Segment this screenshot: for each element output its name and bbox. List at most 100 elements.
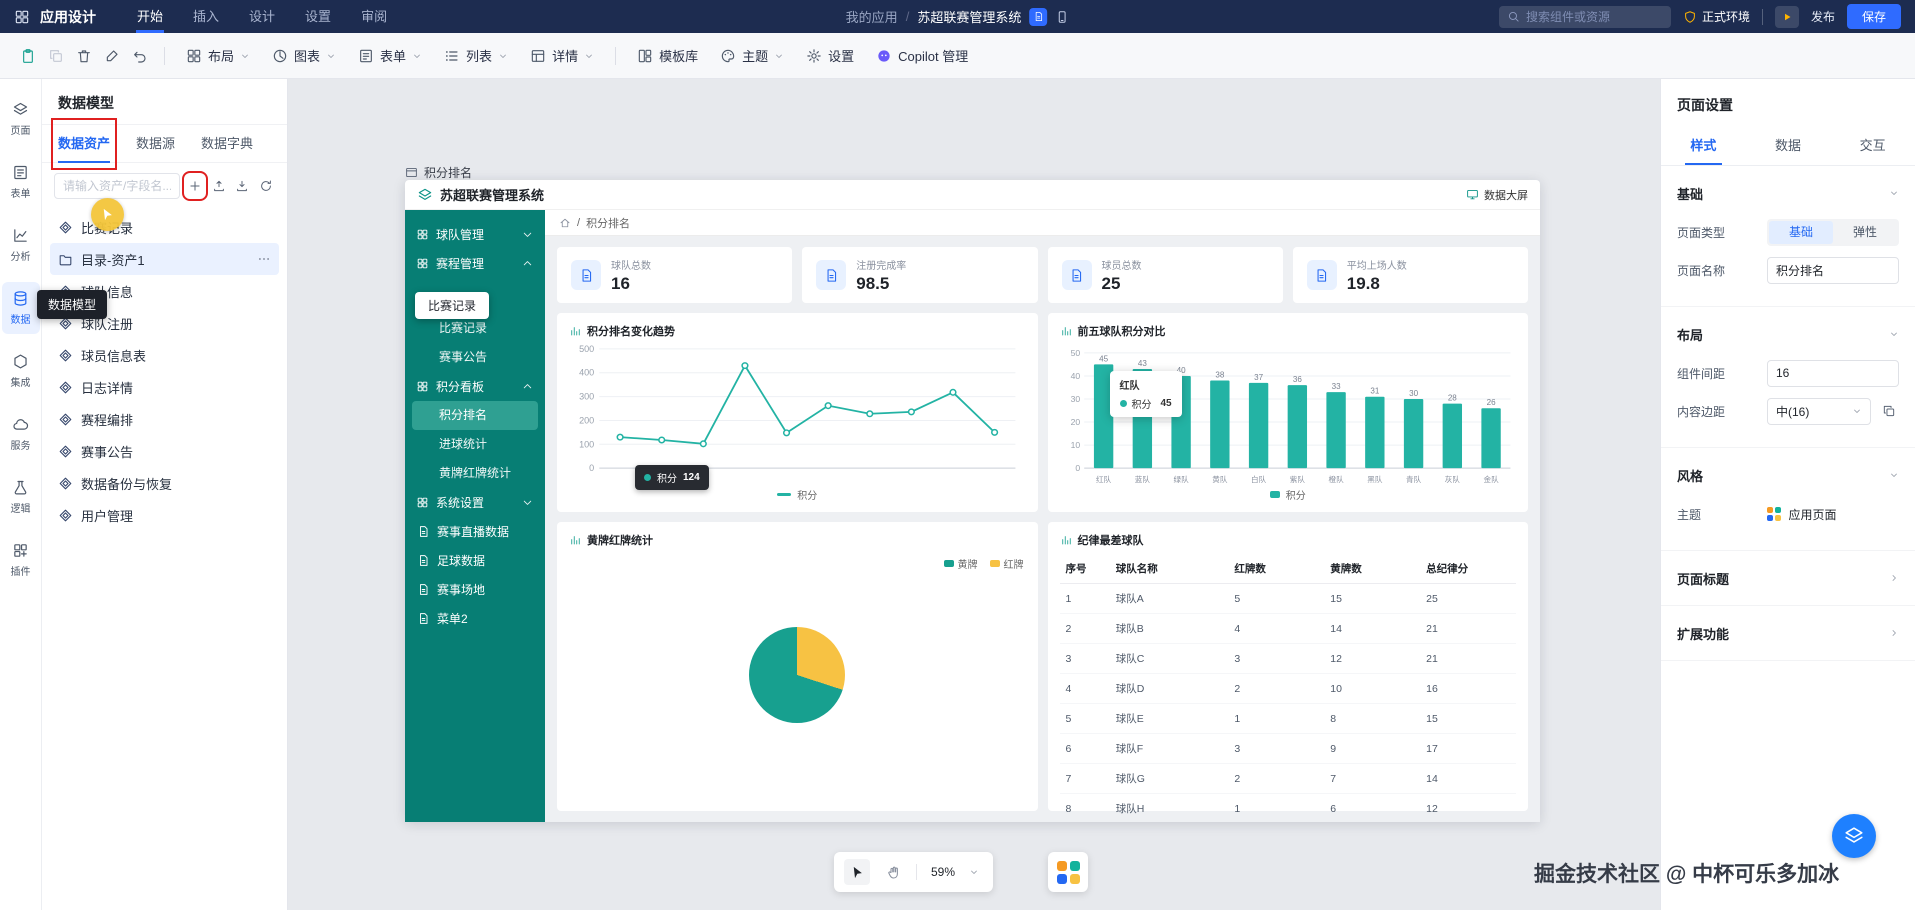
rail-item-form[interactable]: 表单 [2,156,40,208]
preview-menu-item[interactable]: 进球统计 [405,430,545,459]
export-asset-icon[interactable] [210,175,228,197]
import-asset-icon[interactable] [234,175,252,197]
rail-item-pages[interactable]: 页面 [2,93,40,145]
asset-tree-item[interactable]: 球员信息表 [50,339,279,371]
rail-item-integration[interactable]: 集成 [2,345,40,397]
settings-tab[interactable]: 交互 [1830,127,1915,165]
component-search[interactable] [1498,5,1671,28]
preview-menu-item[interactable]: 菜单2 [405,604,545,633]
section-basic-header[interactable]: 基础 [1677,178,1899,208]
stat-card[interactable]: 球员总数 25 [1047,247,1283,303]
table-card[interactable]: 纪律最差球队 序号 球队名称 红牌数 黄牌数 总纪律分 1 球队A 5 15 25 2 球队B 4 14… [1047,522,1528,822]
asset-tree-item[interactable]: 目录-资产1 [50,243,279,275]
preview-menu-item[interactable]: 赛事场地 [405,575,545,604]
asset-tree-item[interactable]: 赛事公告 [50,435,279,467]
section-layout-header[interactable]: 布局 [1677,319,1899,349]
rail-item-data[interactable]: 数据 [1,282,40,334]
asset-tree-item[interactable]: 日志详情 [50,371,279,403]
section-page-title-header[interactable]: 页面标题 [1677,563,1899,593]
add-asset-button[interactable] [182,171,208,201]
asset-search-input[interactable] [54,173,180,199]
asset-tree-item[interactable]: 数据备份与恢复 [50,467,279,499]
rail-item-plugin[interactable]: 插件 [2,534,40,586]
topbar-menu-item[interactable]: 开始 [122,0,178,33]
preview-menu-item[interactable]: 赛事公告 [405,343,545,372]
preview-menu-group[interactable]: 球队管理 [405,220,545,249]
apps-menu-icon[interactable] [14,9,30,25]
bar-chart-card[interactable]: 前五球队积分对比 0 10 20 30 40 50 45 红队 43 蓝队 40 绿队 38 黄队 37 白队… [1047,313,1528,512]
design-canvas[interactable]: 积分排名 苏超联赛管理系统 数据大屏 比赛记录 球队管理 赛程管理 比赛记录 赛事公告… [288,79,1660,910]
delete-button[interactable] [70,42,98,70]
toolbar-detail-button[interactable]: 详情 [519,41,605,70]
settings-tab[interactable]: 样式 [1661,127,1746,165]
publish-button[interactable]: 发布 [1811,8,1835,25]
toolbar-template-button[interactable]: 模板库 [626,41,709,70]
toolbar-layout-button[interactable]: 布局 [175,41,261,70]
padding-advanced-icon[interactable] [1879,401,1899,421]
preview-sidebar[interactable]: 比赛记录 球队管理 赛程管理 比赛记录 赛事公告 积分看板 积分排名 进球统计 黄牌红牌统计系… [405,210,545,822]
environment-switch[interactable]: 正式环境 [1683,8,1750,25]
theme-select[interactable]: 应用页面 [1767,506,1899,523]
section-style-header[interactable]: 风格 [1677,460,1899,490]
page-type-option-flex[interactable]: 弹性 [1833,221,1897,244]
preview-run-button[interactable] [1774,5,1799,28]
rail-item-analysis[interactable]: 分析 [2,219,40,271]
pie-chart-legend[interactable]: 黄牌 红牌 [943,556,1024,571]
data-screen-button[interactable]: 数据大屏 [1466,187,1528,203]
preview-menu-group[interactable]: 赛程管理 [405,249,545,278]
pie-chart-card[interactable]: 黄牌红牌统计 黄牌 红牌 [557,522,1038,811]
component-search-input[interactable] [1525,9,1663,24]
widget-grid-button[interactable] [1048,852,1088,892]
topbar-menu-item[interactable]: 设置 [290,0,346,33]
component-gap-input[interactable] [1767,359,1899,387]
bar-chart-legend[interactable]: 积分 [1060,486,1517,502]
mobile-preview-icon[interactable] [1055,10,1069,24]
toolbar-chart-button[interactable]: 图表 [261,41,347,70]
section-extensions-header[interactable]: 扩展功能 [1677,618,1899,648]
preview-menu-item[interactable]: 黄牌红牌统计 [405,459,545,488]
preview-menu-group[interactable]: 积分看板 [405,372,545,401]
preview-menu-group[interactable]: 系统设置 [405,488,545,517]
dragging-menu-item[interactable]: 比赛记录 [415,292,490,319]
content-padding-select[interactable]: 中(16) [1767,397,1871,425]
line-chart-card[interactable]: 积分排名变化趋势 0 100 200 300 400 500 积分 积分 124 [557,313,1038,512]
format-brush-button[interactable] [98,42,126,70]
rail-item-service[interactable]: 服务 [2,408,40,460]
page-window-label[interactable]: 积分排名 [405,164,472,181]
toolbar-settings-button[interactable]: 设置 [795,41,865,70]
toolbar-list-button[interactable]: 列表 [433,41,519,70]
copy-button[interactable] [42,42,70,70]
page-type-option-basic[interactable]: 基础 [1769,220,1833,244]
page-preview-window[interactable]: 苏超联赛管理系统 数据大屏 比赛记录 球队管理 赛程管理 比赛记录 赛事公告 积分看板积… [405,180,1540,822]
save-button[interactable]: 保存 [1846,4,1901,29]
data-panel-tab[interactable]: 数据源 [136,125,175,163]
toolbar-theme-button[interactable]: 主题 [709,41,795,70]
data-panel-tab[interactable]: 数据资产 [50,117,118,170]
asset-tree-item[interactable]: 用户管理 [50,499,279,531]
asset-tree-item[interactable]: 赛程编排 [50,403,279,435]
rail-item-logic[interactable]: 逻辑 [2,471,40,523]
refresh-assets-icon[interactable] [257,175,275,197]
preview-menu-item[interactable]: 赛事直播数据 [405,517,545,546]
topbar-menu-item[interactable]: 设计 [234,0,290,33]
stat-card[interactable]: 球队总数 16 [557,247,793,303]
toolbar-copilot-button[interactable]: Copilot 管理 [865,41,979,70]
app-doc-badge[interactable] [1029,7,1048,26]
zoom-level-select[interactable]: 59% [927,865,983,879]
select-tool-button[interactable] [844,859,870,885]
paste-button[interactable] [14,42,42,70]
stat-card[interactable]: 平均上场人数 19.8 [1292,247,1528,303]
asset-tree-item[interactable]: 比赛记录 [50,211,279,243]
stat-card[interactable]: 注册完成率 98.5 [802,247,1038,303]
settings-tab[interactable]: 数据 [1746,127,1831,165]
toolbar-form-button[interactable]: 表单 [347,41,433,70]
data-panel-tab[interactable]: 数据字典 [201,125,253,163]
page-name-input[interactable] [1767,256,1899,284]
pan-tool-button[interactable] [880,859,906,885]
topbar-menu-item[interactable]: 审阅 [346,0,402,33]
workspace-link[interactable]: 我的应用 [846,7,898,26]
topbar-menu-item[interactable]: 插入 [178,0,234,33]
preview-menu-item[interactable]: 足球数据 [405,546,545,575]
preview-menu-item[interactable]: 积分排名 [412,401,538,430]
undo-button[interactable] [126,42,154,70]
